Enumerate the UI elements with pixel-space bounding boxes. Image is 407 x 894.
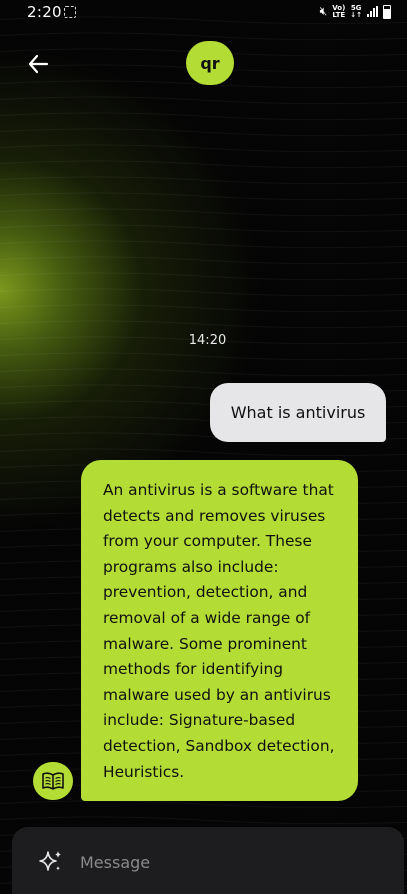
background-wave-line [0,32,407,41]
background-wave-line [0,208,407,217]
status-icons: 🔇︎ Vo) LTE 5G ↓↑ [320,4,391,19]
background-wave-line [0,160,407,169]
assistant-avatar [33,762,73,800]
background-wave-line [0,176,407,185]
battery-icon [383,4,391,19]
sparkle-icon[interactable] [37,848,65,876]
background-wave-line [0,272,407,281]
background-wave-line [0,240,407,249]
background-wave-line [0,352,407,361]
background-wave-line [0,256,407,265]
background-wave-line [0,320,407,329]
background-wave-line [0,800,407,809]
background-wave-line [0,96,407,105]
background-wave-line [0,224,407,233]
back-button[interactable] [24,50,52,78]
screenshot-icon [64,6,76,18]
book-icon [42,772,64,790]
background-wave-line [0,448,407,457]
volte-icon: Vo) LTE [332,3,346,19]
assistant-message-bubble[interactable]: An antivirus is a software that detects … [81,460,358,801]
user-message-bubble[interactable]: What is antivirus [210,383,386,442]
message-composer [12,827,404,894]
chat-avatar[interactable]: qr [186,41,234,85]
status-time: 2:20 [27,3,62,21]
background-wave-line [0,128,407,137]
background-wave-line [0,112,407,121]
mute-icon: 🔇︎ [319,4,328,18]
background-wave-line [0,288,407,297]
signal-icon [367,6,378,17]
assistant-message-text: An antivirus is a software that detects … [103,481,335,781]
status-bar: 2:20 🔇︎ Vo) LTE 5G ↓↑ [0,0,407,24]
user-message-text: What is antivirus [230,403,366,422]
network-5g-icon: 5G ↓↑ [350,3,362,19]
message-input[interactable] [78,847,382,877]
background-wave-line [0,192,407,201]
background-wave-line [0,304,407,313]
background-wave-line [0,144,407,153]
message-timestamp: 14:20 [188,333,227,348]
chat-screen: 2:20 🔇︎ Vo) LTE 5G ↓↑ qr 14:20 What is a… [0,0,407,894]
background-wave-line [0,368,407,377]
background-wave-line [0,816,407,825]
arrow-left-icon [28,54,49,74]
